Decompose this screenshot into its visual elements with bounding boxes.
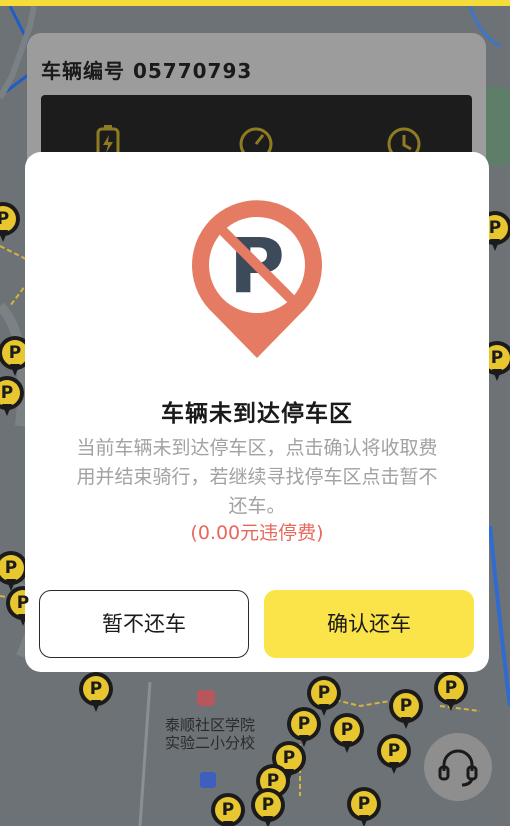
poi-label: 泰顺社区学院 实验二小分校 — [164, 716, 255, 752]
cancel-return-button[interactable]: 暂不还车 — [39, 590, 249, 658]
dialog-title: 车辆未到达停车区 — [161, 401, 353, 427]
parking-pin[interactable]: P — [0, 202, 20, 246]
parking-pin[interactable]: P — [347, 787, 381, 826]
parking-pin[interactable]: P — [211, 793, 245, 826]
parking-pin[interactable]: P — [251, 788, 285, 826]
parking-pin[interactable]: P — [330, 713, 364, 757]
school-icon — [197, 690, 215, 706]
parking-pin[interactable]: P — [0, 376, 24, 420]
parking-pin[interactable]: P — [377, 734, 411, 778]
parking-pin[interactable]: P — [389, 689, 423, 733]
parking-pin[interactable]: P — [79, 672, 113, 716]
vehicle-number-title: 车辆编号 05770793 — [41, 59, 253, 83]
confirm-return-button[interactable]: 确认还车 — [264, 590, 474, 658]
customer-support-button[interactable] — [424, 733, 492, 801]
dialog-message: 当前车辆未到达停车区，点击确认将收取费用并结束骑行，若继续寻找停车区点击暂不还车… — [76, 437, 438, 517]
parking-warning-dialog: P 车辆未到达停车区 当前车辆未到达停车区，点击确认将收取费用并结束骑行，若继续… — [25, 152, 489, 672]
bus-stop-icon — [200, 772, 216, 788]
headset-icon — [438, 749, 478, 787]
parking-pin[interactable]: P — [434, 671, 468, 715]
no-parking-icon: P — [192, 200, 322, 358]
violation-fee: (0.00元违停费) — [190, 522, 324, 544]
